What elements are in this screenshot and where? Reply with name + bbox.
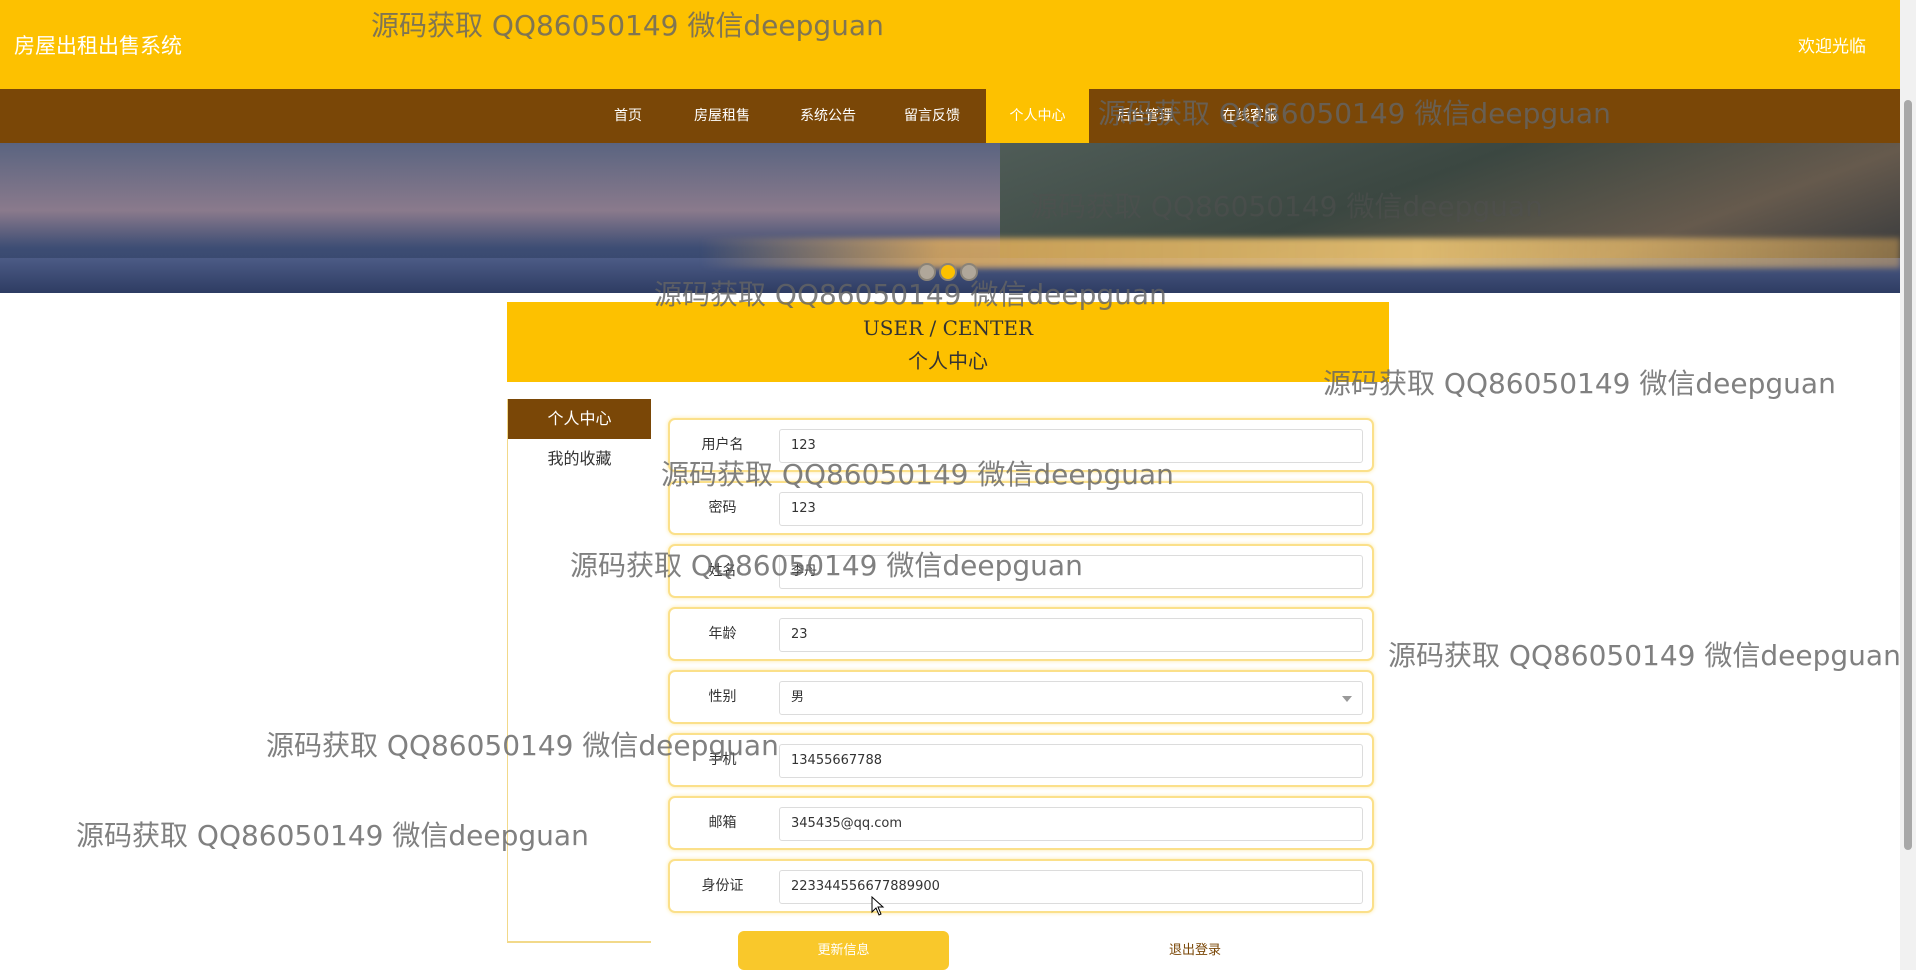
name-input[interactable]: 李丹: [779, 555, 1363, 589]
section-title-banner: USER / CENTER 个人中心: [507, 302, 1389, 382]
mouse-cursor-icon: [871, 896, 885, 916]
sidebar-item-favorites[interactable]: 我的收藏: [508, 439, 651, 479]
watermark-text: 源码获取 QQ86050149 微信deepguan: [1388, 639, 1901, 672]
chevron-down-icon: [1342, 696, 1352, 702]
form-row-email: 邮箱 345435@qq.com: [668, 796, 1374, 850]
welcome-text: 欢迎光临: [1798, 37, 1866, 57]
nav-item-feedback[interactable]: 留言反馈: [892, 89, 972, 143]
carousel-dot-3[interactable]: [960, 263, 978, 281]
age-input[interactable]: 23: [779, 618, 1363, 652]
form-row-username: 用户名 123: [668, 418, 1374, 472]
nav-item-online-service[interactable]: 在线客服: [1210, 89, 1290, 143]
scrollbar-thumb[interactable]: [1904, 100, 1912, 850]
banner-town-lights: [700, 238, 1900, 268]
sidebar-item-user-center[interactable]: 个人中心: [508, 399, 651, 439]
nav-item-announcements[interactable]: 系统公告: [788, 89, 868, 143]
email-label: 邮箱: [708, 815, 737, 831]
watermark-text: 源码获取 QQ86050149 微信deepguan: [1323, 367, 1836, 400]
main-nav: 首页 房屋租售 系统公告 留言反馈 个人中心 后台管理 在线客服: [0, 89, 1900, 143]
section-title-en: USER / CENTER: [862, 316, 1034, 340]
gender-label: 性别: [708, 689, 737, 705]
section-title-cn: 个人中心: [908, 349, 988, 373]
id-card-input[interactable]: 223344556677889900: [779, 870, 1363, 904]
nav-item-admin[interactable]: 后台管理: [1105, 89, 1185, 143]
id-card-label: 身份证: [701, 878, 744, 894]
logout-button[interactable]: 退出登录: [1140, 931, 1250, 970]
username-label: 用户名: [701, 437, 744, 453]
form-row-password: 密码 123: [668, 481, 1374, 535]
page-scrollbar[interactable]: [1900, 0, 1916, 970]
form-row-name: 姓名 李丹: [668, 544, 1374, 598]
nav-item-user-center[interactable]: 个人中心: [986, 89, 1089, 143]
form-row-id-card: 身份证 223344556677889900: [668, 859, 1374, 913]
carousel-dot-2[interactable]: [939, 263, 957, 281]
phone-input[interactable]: 13455667788: [779, 744, 1363, 778]
password-input[interactable]: 123: [779, 492, 1363, 526]
gender-select[interactable]: 男: [779, 681, 1363, 715]
site-brand[interactable]: 房屋出租出售系统: [14, 30, 182, 60]
gender-selected-value: 男: [791, 690, 805, 705]
update-info-button[interactable]: 更新信息: [738, 931, 949, 970]
email-input[interactable]: 345435@qq.com: [779, 807, 1363, 841]
phone-label: 手机: [708, 752, 737, 768]
carousel-dot-1[interactable]: [918, 263, 936, 281]
password-label: 密码: [708, 500, 737, 516]
user-sidebar: 个人中心 我的收藏: [507, 399, 651, 943]
form-row-age: 年龄 23: [668, 607, 1374, 661]
form-row-gender: 性别 男: [668, 670, 1374, 724]
top-header: 房屋出租出售系统 欢迎光临: [0, 0, 1900, 89]
nav-item-house-rental-sale[interactable]: 房屋租售: [682, 89, 762, 143]
nav-item-home[interactable]: 首页: [601, 89, 655, 143]
form-row-phone: 手机 13455667788: [668, 733, 1374, 787]
name-label: 姓名: [708, 563, 737, 579]
age-label: 年龄: [708, 626, 737, 642]
username-input[interactable]: 123: [779, 429, 1363, 463]
